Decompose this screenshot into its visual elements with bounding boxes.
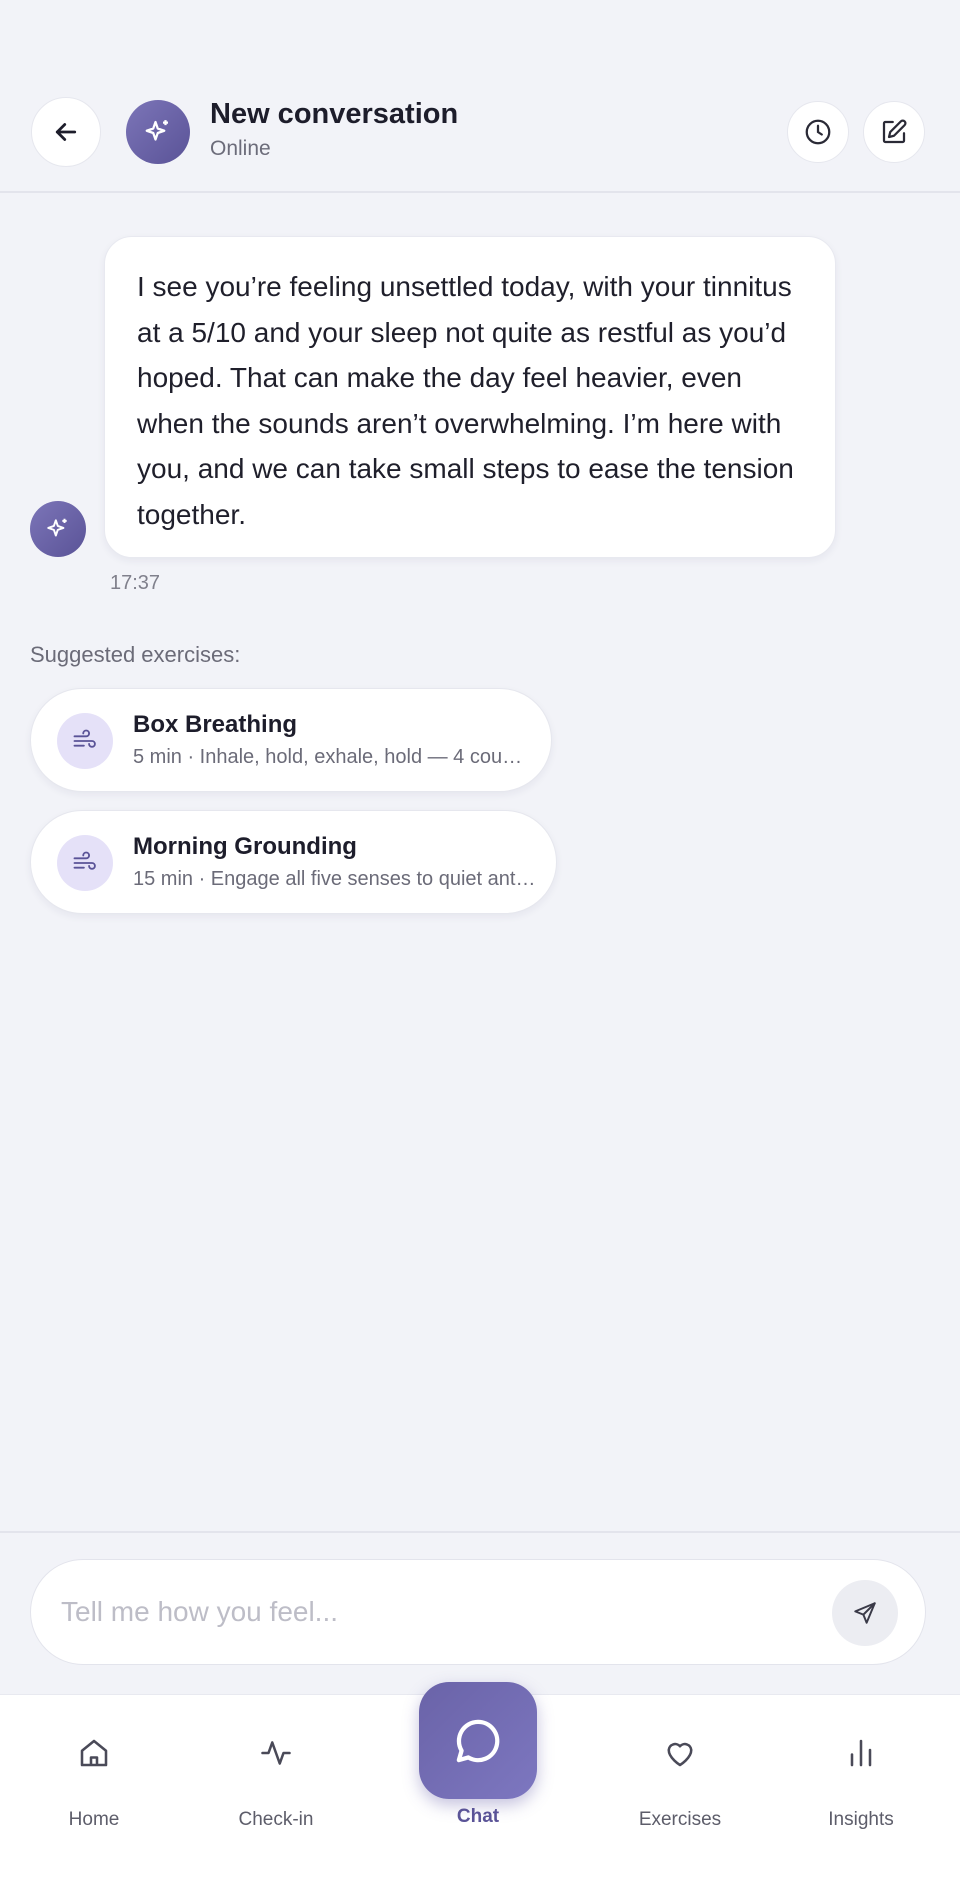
back-button[interactable] bbox=[31, 97, 101, 167]
nav-item-check-in[interactable]: Check-in bbox=[196, 1695, 356, 1886]
assistant-message: I see you’re feeling unsettled today, wi… bbox=[104, 236, 836, 558]
new-chat-button[interactable] bbox=[863, 101, 925, 163]
exercise-card[interactable]: Morning Grounding 15 min · Engage all fi… bbox=[30, 810, 557, 914]
nav-label: Exercises bbox=[638, 1809, 722, 1830]
message-timestamp: 17:37 bbox=[110, 572, 161, 594]
exercise-title: Morning Grounding bbox=[133, 833, 357, 860]
nav-label: Home bbox=[68, 1809, 120, 1830]
nav-item-insights[interactable]: Insights bbox=[781, 1695, 941, 1886]
wind-icon bbox=[57, 713, 113, 769]
send-button[interactable] bbox=[832, 1580, 898, 1646]
exercise-card[interactable]: Box Breathing 5 min · Inhale, hold, exha… bbox=[30, 688, 552, 792]
online-status: Online bbox=[210, 137, 271, 160]
chat-bubble-icon bbox=[456, 1719, 500, 1762]
exercise-subtitle: 15 min · Engage all five senses to quiet… bbox=[133, 868, 536, 890]
home-icon bbox=[74, 1733, 114, 1773]
edit-icon bbox=[882, 119, 907, 144]
clock-icon bbox=[805, 119, 831, 145]
conversation-title: New conversation bbox=[210, 98, 459, 130]
suggested-exercises-label: Suggested exercises: bbox=[30, 642, 241, 667]
nav-label: Check-in bbox=[238, 1809, 314, 1830]
composer-area bbox=[0, 1531, 960, 1694]
heart-icon bbox=[660, 1733, 700, 1773]
send-icon bbox=[854, 1602, 876, 1624]
nav-label-active: Chat bbox=[456, 1806, 500, 1827]
activity-icon bbox=[256, 1733, 296, 1773]
exercise-title: Box Breathing bbox=[133, 711, 298, 738]
exercise-subtitle: 5 min · Inhale, hold, exhale, hold — 4 c… bbox=[133, 746, 533, 768]
nav-item-exercises[interactable]: Exercises bbox=[600, 1695, 760, 1886]
bar-chart-icon bbox=[841, 1733, 881, 1773]
nav-item-home[interactable]: Home bbox=[14, 1695, 174, 1886]
message-input[interactable] bbox=[61, 1584, 821, 1640]
nav-label: Insights bbox=[828, 1809, 894, 1830]
history-button[interactable] bbox=[787, 101, 849, 163]
wind-icon bbox=[57, 835, 113, 891]
sparkles-icon bbox=[145, 120, 168, 141]
assistant-avatar bbox=[126, 100, 190, 164]
arrow-left-icon bbox=[55, 123, 77, 141]
message-composer bbox=[30, 1559, 926, 1665]
sparkles-icon bbox=[47, 518, 67, 537]
chat-header: New conversation Online bbox=[0, 0, 960, 193]
message-avatar bbox=[30, 501, 86, 557]
nav-item-chat[interactable] bbox=[419, 1682, 537, 1799]
